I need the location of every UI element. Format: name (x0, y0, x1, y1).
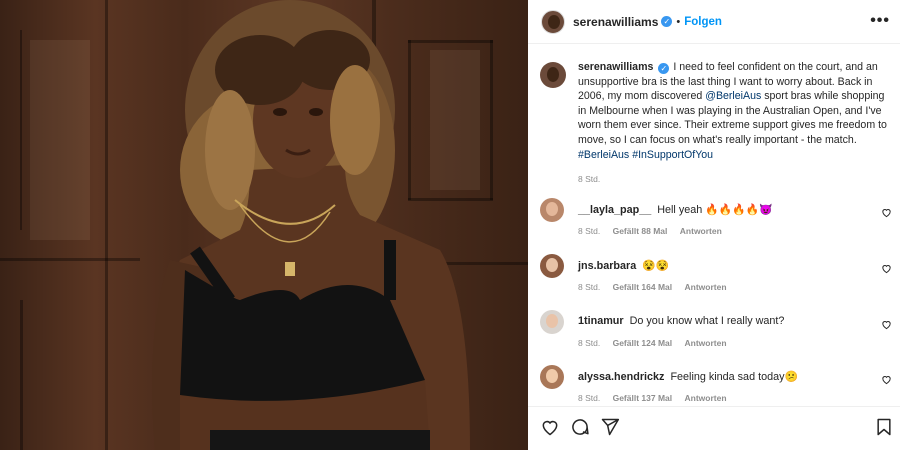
post-sidebar: serenawilliams ✓ • Folgen ••• serenawill… (528, 0, 900, 450)
comment-item: jns.barbara 😵😵 8 Std. Gefällt 164 Mal An… (540, 254, 892, 304)
more-options-icon[interactable]: ••• (870, 12, 890, 30)
comment-likes[interactable]: Gefällt 137 Mal (613, 393, 673, 403)
door-panel-line (105, 0, 108, 450)
caption-timestamp: 8 Std. (578, 174, 601, 185)
commenter-username[interactable]: alyssa.hendrickz (578, 371, 664, 383)
comment-body: 😵😵 (642, 260, 670, 272)
caption-username[interactable]: serenawilliams (578, 61, 653, 73)
author-username[interactable]: serenawilliams (573, 15, 658, 29)
verified-badge-icon: ✓ (658, 63, 670, 74)
comment-meta: 8 Std. Gefällt 164 Mal Antworten (578, 282, 737, 292)
heart-icon[interactable] (881, 319, 892, 330)
commenter-avatar[interactable] (540, 365, 564, 389)
comment-item: 1tinamur Do you know what I really want?… (540, 310, 892, 360)
heart-icon[interactable] (881, 207, 892, 218)
comment-text: 1tinamur Do you know what I really want? (578, 315, 784, 327)
comment-text: alyssa.hendrickz Feeling kinda sad today… (578, 370, 798, 383)
door-panel-line (20, 300, 23, 450)
share-icon[interactable] (600, 417, 620, 437)
commenter-username[interactable]: 1tinamur (578, 315, 624, 327)
caption-author-avatar[interactable] (540, 62, 566, 88)
post-caption: serenawilliams ✓ I need to feel confident … (540, 60, 892, 184)
comment-item: __layla_pap__ Hell yeah 🔥🔥🔥🔥😈 8 Std. Gef… (540, 198, 892, 248)
comment-body: Feeling kinda sad today😕 (670, 371, 798, 383)
comment-time: 8 Std. (578, 226, 601, 236)
follow-button[interactable]: Folgen (684, 16, 722, 28)
hashtag-link[interactable]: #BerleiAus (578, 149, 629, 161)
caption-text: serenawilliams ✓ I need to feel confident … (578, 60, 892, 162)
commenter-avatar[interactable] (540, 198, 564, 222)
comment-likes[interactable]: Gefällt 124 Mal (613, 338, 673, 348)
post-photo[interactable] (0, 0, 528, 450)
author-avatar[interactable] (541, 9, 565, 34)
reply-button[interactable]: Antworten (685, 338, 727, 348)
bookmark-icon[interactable] (874, 417, 894, 437)
door-panel-line (490, 40, 493, 200)
reply-button[interactable]: Antworten (685, 282, 727, 292)
comment-body: Hell yeah 🔥🔥🔥🔥😈 (657, 204, 773, 216)
comment-time: 8 Std. (578, 338, 601, 348)
reply-button[interactable]: Antworten (685, 393, 727, 403)
comment-likes[interactable]: Gefällt 88 Mal (613, 226, 668, 236)
mention-link[interactable]: @BerleiAus (705, 90, 761, 102)
hashtag-link[interactable]: #InSupportOfYou (632, 149, 713, 161)
door-panel-line (20, 30, 22, 230)
comment-time: 8 Std. (578, 393, 601, 403)
comment-likes[interactable]: Gefällt 164 Mal (613, 282, 673, 292)
heart-icon[interactable] (540, 417, 560, 437)
comment-time: 8 Std. (578, 282, 601, 292)
comment-meta: 8 Std. Gefällt 137 Mal Antworten (578, 393, 737, 403)
door-panel-highlight (30, 40, 90, 240)
comment-text: jns.barbara 😵😵 (578, 259, 669, 272)
commenter-avatar[interactable] (540, 254, 564, 278)
reply-button[interactable]: Antworten (680, 226, 722, 236)
comment-meta: 8 Std. Gefällt 124 Mal Antworten (578, 338, 737, 348)
commenter-avatar[interactable] (540, 310, 564, 334)
heart-icon[interactable] (881, 263, 892, 274)
comment-icon[interactable] (570, 417, 590, 437)
door-panel-line (0, 258, 140, 261)
comment-body: Do you know what I really want? (629, 315, 785, 327)
header-separator: • (676, 15, 681, 28)
comment-text: __layla_pap__ Hell yeah 🔥🔥🔥🔥😈 (578, 203, 772, 216)
commenter-username[interactable]: jns.barbara (578, 260, 636, 272)
post-actions-bar (528, 406, 900, 450)
person-figure (140, 0, 480, 450)
heart-icon[interactable] (881, 374, 892, 385)
post-header: serenawilliams ✓ • Folgen ••• (528, 0, 900, 44)
verified-badge-icon: ✓ (661, 16, 673, 27)
commenter-username[interactable]: __layla_pap__ (578, 204, 651, 216)
comment-meta: 8 Std. Gefällt 88 Mal Antworten (578, 226, 732, 236)
